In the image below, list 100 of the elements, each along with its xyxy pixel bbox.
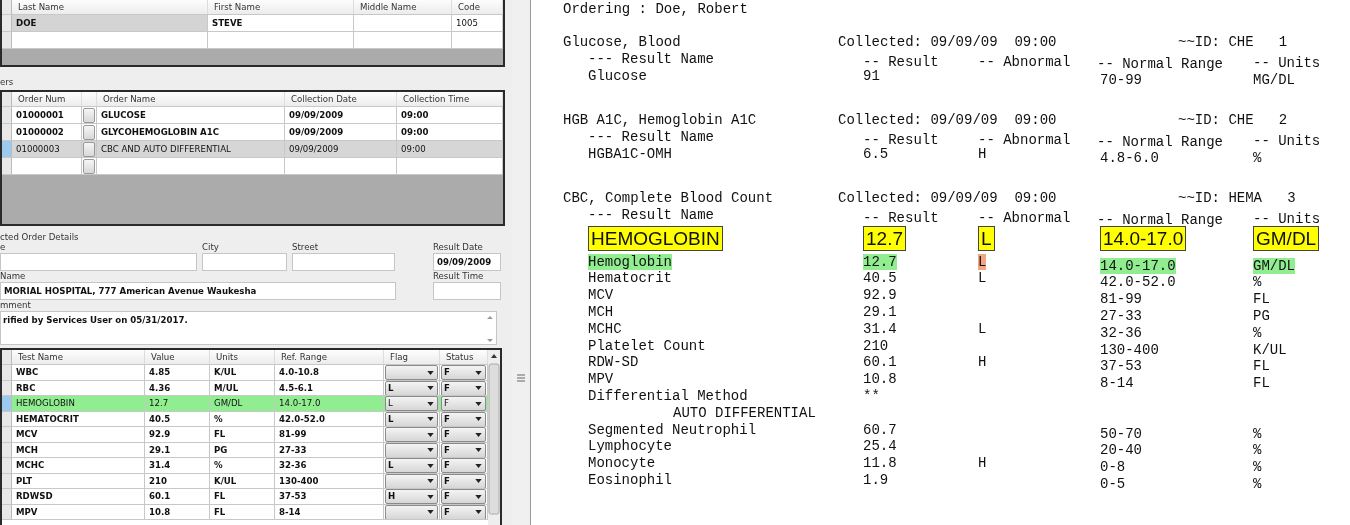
table-cell: 09:00: [397, 141, 503, 157]
callout-label: 12.7: [863, 225, 906, 251]
row-header[interactable]: [2, 350, 12, 364]
normal-range: 37-53: [1100, 358, 1142, 375]
caret-icon: [475, 463, 482, 468]
input-field[interactable]: [0, 253, 197, 271]
row-header[interactable]: [2, 92, 12, 106]
column-header[interactable]: Last Name: [12, 0, 208, 14]
column-header[interactable]: Middle Name: [354, 0, 452, 14]
caret-icon: [427, 510, 434, 514]
table-cell: %: [210, 411, 275, 426]
column-header[interactable]: Order Num: [12, 92, 82, 106]
result-name: Monocyte: [588, 455, 656, 472]
table-cell: 10.8: [145, 504, 210, 519]
row-button[interactable]: [83, 108, 95, 123]
row-header[interactable]: [2, 141, 12, 157]
result-value: 1.9: [863, 471, 889, 488]
row-button[interactable]: [83, 125, 95, 140]
row-header[interactable]: [2, 427, 12, 442]
table-cell: 40.5: [145, 411, 210, 426]
column-header[interactable]: Collection Time: [397, 92, 503, 106]
result-name: RDW-SD: [588, 354, 639, 371]
column-header[interactable]: Ref. Range: [275, 350, 384, 364]
normal-range: 0-8: [1100, 459, 1126, 476]
result-units: %: [1253, 149, 1262, 166]
result-value: 11.8: [863, 455, 897, 472]
abnormal-code: H: [978, 455, 987, 472]
column-header[interactable]: Collection Date: [285, 92, 397, 106]
result-value: 60.7: [863, 421, 897, 438]
table-cell: FL: [210, 504, 275, 519]
collected-text: Collected: 09/09/09 09:00: [838, 111, 1058, 129]
scrollbar[interactable]: [488, 350, 500, 525]
column-header[interactable]: Test Name: [12, 350, 145, 364]
table-cell: MCH: [12, 442, 145, 457]
flag-dropdown[interactable]: [385, 365, 438, 380]
row-header[interactable]: [2, 380, 12, 395]
table-cell: FL: [210, 427, 275, 442]
row-header[interactable]: [2, 107, 12, 123]
abnormal-code: H: [978, 145, 987, 162]
row-button[interactable]: [83, 159, 95, 174]
caret-icon: [427, 370, 434, 375]
row-header[interactable]: [2, 504, 12, 519]
input-field[interactable]: MORIAL HOSPITAL, 777 American Avenue Waukesha: [0, 282, 396, 300]
row-header[interactable]: [2, 458, 12, 473]
splitter-grip-icon[interactable]: [517, 374, 525, 382]
input-field[interactable]: [433, 282, 501, 300]
table-cell: 09/09/2009: [285, 107, 397, 123]
flag-dropdown[interactable]: [385, 427, 438, 442]
column-header[interactable]: Value: [145, 350, 210, 364]
column-header[interactable]: Flag: [384, 350, 440, 364]
result-units: %: [1253, 274, 1262, 291]
result-units: FL: [1253, 291, 1270, 308]
row-header[interactable]: [2, 411, 12, 426]
table-cell: 09:00: [397, 124, 503, 140]
column-header[interactable]: Code: [452, 0, 503, 14]
column-heading: -- Units: [1253, 210, 1322, 228]
flag-dropdown[interactable]: L: [385, 396, 438, 411]
caret-icon: [475, 494, 482, 499]
status-dropdown[interactable]: F: [441, 427, 486, 442]
field-label: Name: [0, 271, 27, 281]
column-header[interactable]: Order Name: [97, 92, 285, 106]
caret-icon: [475, 432, 482, 437]
row-header[interactable]: [2, 396, 12, 411]
comment-field[interactable]: rified by Services User on 05/31/2017.: [0, 311, 497, 345]
table-cell: GM/DL: [210, 396, 275, 411]
table-cell: MCHC: [12, 458, 145, 473]
result-units: GM/DL: [1253, 257, 1295, 274]
group-label: cted Order Details: [0, 232, 80, 242]
flag-dropdown[interactable]: L: [385, 458, 438, 473]
result-value: 40.5: [863, 270, 897, 287]
row-header[interactable]: [2, 15, 12, 31]
row-header[interactable]: [2, 442, 12, 457]
caret-icon: [427, 463, 434, 468]
input-field[interactable]: [292, 253, 395, 271]
normal-range: 42.0-52.0: [1100, 274, 1176, 291]
caret-icon: [427, 448, 434, 452]
row-header[interactable]: [2, 158, 12, 174]
column-header[interactable]: Units: [210, 350, 275, 364]
column-heading: --- Result Name: [588, 206, 716, 224]
row-header[interactable]: [2, 473, 12, 488]
column-header[interactable]: First Name: [208, 0, 354, 14]
row-button[interactable]: [83, 142, 95, 157]
status-dropdown[interactable]: F: [441, 489, 486, 504]
input-field[interactable]: 09/09/2009: [433, 253, 501, 271]
result-units: FL: [1253, 358, 1270, 375]
table-cell: 4.5-6.1: [275, 380, 384, 395]
field-label: Result Date: [433, 242, 484, 252]
status-dropdown[interactable]: F: [441, 458, 486, 473]
status-dropdown[interactable]: F: [441, 396, 486, 411]
table-cell: CBC AND AUTO DIFFERENTIAL: [97, 141, 285, 157]
caret-icon: [427, 417, 434, 421]
row-header[interactable]: [2, 124, 12, 140]
row-header[interactable]: [2, 0, 12, 14]
row-header[interactable]: [2, 32, 12, 48]
row-header[interactable]: [2, 365, 12, 380]
row-header[interactable]: [2, 489, 12, 504]
caret-icon: [475, 386, 482, 390]
flag-dropdown[interactable]: H: [385, 489, 438, 504]
status-dropdown[interactable]: F: [441, 365, 486, 380]
input-field[interactable]: [202, 253, 287, 271]
